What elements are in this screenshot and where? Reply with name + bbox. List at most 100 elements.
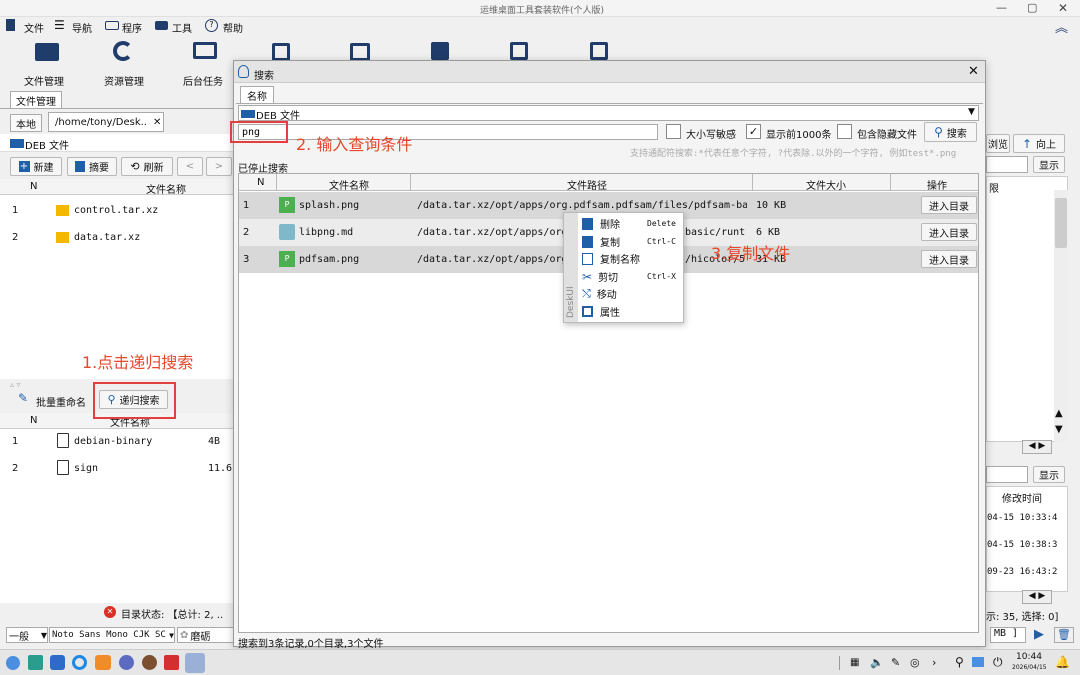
list-item[interactable]: 1 control.tar.xz: [0, 199, 240, 223]
toolbar-resource-manager[interactable]: 资源管理: [104, 73, 144, 88]
mode-select[interactable]: 一般 ▼: [6, 627, 48, 643]
settings-icon[interactable]: [119, 655, 134, 670]
terminal-icon[interactable]: [28, 655, 43, 670]
menu-nav[interactable]: 导航: [72, 20, 92, 35]
power-icon[interactable]: ⏻: [993, 655, 1003, 670]
chart-tray-icon[interactable]: [972, 657, 984, 667]
col-action: 操作: [927, 181, 947, 192]
keyboard-tray-icon[interactable]: ▦: [850, 657, 859, 668]
folder-open-icon[interactable]: [35, 43, 59, 61]
volume-icon[interactable]: 🔈: [870, 656, 884, 669]
tab-name[interactable]: 名称: [240, 86, 274, 103]
back-button[interactable]: <: [177, 157, 203, 176]
menu-tools[interactable]: 工具: [172, 20, 192, 35]
collapse-icon[interactable]: ︽: [1055, 17, 1068, 36]
up-button[interactable]: ↑ 向上: [1013, 134, 1065, 153]
notification-icon[interactable]: 🔔: [1055, 655, 1070, 669]
pencil-icon: ✎: [18, 391, 29, 405]
col-limit-header: 限: [989, 184, 999, 195]
path-input-2[interactable]: [986, 466, 1028, 483]
enter-directory-button[interactable]: 进入目录: [921, 223, 977, 241]
window-icon[interactable]: [510, 42, 528, 60]
menu-sidebar-label: DeskUI: [566, 286, 576, 318]
menu-item-delete[interactable]: 删除 Delete: [582, 215, 679, 232]
list-item[interactable]: 2 data.tar.xz: [0, 226, 240, 250]
row-number: 1: [12, 205, 19, 216]
toolbar-file-manager[interactable]: 文件管理: [24, 73, 64, 88]
menu-help[interactable]: 帮助: [223, 20, 243, 35]
bug-icon[interactable]: [142, 655, 157, 670]
mb-field: MB ]: [990, 627, 1026, 643]
list-item[interactable]: 1 debian-binary 4B: [0, 430, 240, 454]
batch-rename-button[interactable]: 批量重命名: [36, 394, 86, 409]
menu-item-copy[interactable]: 复制 Ctrl-C: [582, 233, 679, 250]
copy-icon[interactable]: [431, 42, 449, 60]
show-button[interactable]: 显示: [1033, 156, 1065, 173]
show-first-checkbox[interactable]: ✓: [746, 124, 761, 139]
case-sensitive-checkbox[interactable]: [666, 124, 681, 139]
path-input[interactable]: [986, 156, 1028, 173]
tab-local[interactable]: 本地: [10, 114, 42, 132]
close-icon[interactable]: ✕: [968, 64, 979, 79]
scroll-down-icon[interactable]: ▼: [1055, 424, 1063, 435]
clock-date[interactable]: 2026/04/15: [1012, 664, 1047, 671]
edit-icon[interactable]: [272, 43, 290, 61]
tray-search-icon[interactable]: ⚲: [955, 655, 964, 669]
tab-local-label: 本地: [16, 119, 36, 131]
forward-button[interactable]: >: [206, 157, 232, 176]
close-window-button[interactable]: ✕: [1058, 1, 1068, 15]
menu-item-copy-name[interactable]: 复制名称: [582, 250, 679, 267]
image-icon[interactable]: [350, 43, 370, 61]
enter-directory-button[interactable]: 进入目录: [921, 196, 977, 214]
restore-button[interactable]: ▢: [1027, 1, 1037, 14]
files-icon[interactable]: [95, 655, 111, 670]
menu-file[interactable]: 文件: [24, 20, 44, 35]
trash-button[interactable]: 🗑: [1054, 627, 1074, 643]
menu-item-move[interactable]: ⤭ 移动: [582, 285, 679, 302]
font-select[interactable]: Noto Sans Mono CJK SC ▼: [49, 627, 175, 643]
search-button[interactable]: ⚲ 搜索: [924, 122, 977, 142]
source-select[interactable]: DEB 文件 ▼: [238, 105, 979, 122]
folder-label: DEB 文件: [25, 141, 70, 152]
browse-button[interactable]: 浏览: [986, 134, 1010, 153]
menu-program[interactable]: 程序: [122, 20, 142, 35]
include-hidden-checkbox[interactable]: [837, 124, 852, 139]
menu-item-cut[interactable]: ✂ 剪切 Ctrl-X: [582, 268, 679, 285]
show-button-2[interactable]: 显示: [1033, 466, 1065, 483]
tab-path[interactable]: /home/tony/Desk.. ✕: [48, 112, 164, 132]
menu-item-properties[interactable]: 属性: [582, 303, 679, 320]
resource-icon[interactable]: [113, 41, 133, 61]
refresh-button[interactable]: ⟲ 刷新: [121, 157, 173, 176]
scrollbar-vertical[interactable]: ▲ ▼: [1054, 190, 1068, 442]
active-app-icon[interactable]: [185, 653, 205, 673]
store-icon[interactable]: [50, 655, 65, 670]
scroll-left-right[interactable]: ◀ ▶: [1022, 440, 1052, 454]
expand-tray-icon[interactable]: ›: [932, 656, 936, 669]
browser-icon[interactable]: [72, 655, 87, 670]
skin-select[interactable]: ✿ 磨砺: [177, 627, 237, 643]
dropdown-icon[interactable]: ▼: [968, 107, 975, 117]
scroll-left-right-2[interactable]: ◀ ▶: [1022, 590, 1052, 604]
network-icon[interactable]: ◎: [910, 656, 920, 669]
new-button[interactable]: + 新建: [10, 157, 62, 176]
scroll-thumb[interactable]: [1055, 198, 1067, 248]
toolbar-background-tasks[interactable]: 后台任务: [183, 73, 223, 88]
dropdown-icon: ▼: [169, 630, 174, 640]
list-item[interactable]: 2 sign 11.6: [0, 457, 240, 481]
enter-directory-button[interactable]: 进入目录: [921, 250, 977, 268]
close-tab-icon[interactable]: ✕: [153, 117, 161, 128]
pen-icon[interactable]: ✎: [891, 656, 900, 669]
flag-icon[interactable]: [164, 655, 179, 670]
monitor-icon[interactable]: [193, 42, 217, 59]
stack-icon[interactable]: [590, 42, 608, 60]
col-n-header: N: [30, 181, 38, 192]
clock-time[interactable]: 10:44: [1016, 652, 1042, 662]
minimize-button[interactable]: —: [996, 1, 1007, 14]
tab-file-manager[interactable]: 文件管理: [10, 91, 62, 108]
new-label: 新建: [33, 163, 54, 174]
play-button[interactable]: ▶: [1029, 627, 1049, 643]
summary-button[interactable]: 摘要: [67, 157, 117, 176]
scroll-up-icon[interactable]: ▲: [1055, 408, 1063, 419]
launcher-icon[interactable]: [6, 656, 20, 670]
file-name: pdfsam.png: [299, 254, 360, 265]
